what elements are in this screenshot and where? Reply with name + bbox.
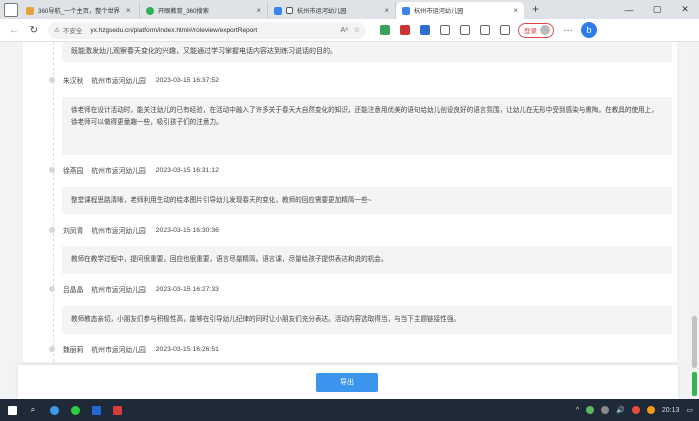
reviewer-school: 杭州市运河幼儿园 (91, 168, 146, 175)
app-icon[interactable] (108, 401, 126, 419)
comment-meta: 徐燕园 杭州市运河幼儿园 2023-03-15 16:31:12 (49, 163, 219, 177)
comment-box: 教师在教学过程中，提问很重要，回应也很重要，语言尽量精简。语言课，尽量给孩子提供… (62, 246, 672, 274)
close-icon[interactable]: × (126, 6, 131, 15)
collections-icon[interactable] (500, 25, 510, 35)
tray-icon[interactable] (631, 406, 640, 414)
timeline-line (53, 42, 54, 362)
tab-label: 360导航_一个主页，整个世界 (38, 8, 120, 15)
reviewer-name: 吕晶晶 (63, 287, 84, 294)
page-icon (402, 6, 410, 15)
tab-360-search[interactable]: 开眼教育_360搜索 × (140, 2, 268, 19)
timeline-dot (49, 77, 55, 83)
extension-icon[interactable] (440, 25, 450, 35)
comment-box: 教师教态亲切，小朋友们参与积极性高，能够在引导幼儿纪律的同时让小朋友们充分表达。… (62, 306, 672, 334)
favorite-add-icon[interactable]: ☆ (354, 26, 360, 34)
review-time: 2023-03-15 16:31:12 (155, 166, 219, 174)
extension-icon[interactable] (400, 25, 410, 35)
comment-box: 整堂课程思路清晰，老师利用生动的绘本图片引导幼儿发现春天的变化，教师的回应需要更… (62, 187, 672, 214)
close-window-icon[interactable]: ✕ (671, 4, 699, 15)
tab-kindergarten-active[interactable]: 杭州市运河幼儿园 × (396, 2, 524, 19)
minimize-icon[interactable]: — (615, 5, 643, 15)
report-card: 既能激发幼儿观察春天变化的兴趣，又能通过学习掌握电话内容达到练习说话的目的。 朱… (23, 42, 677, 362)
browser-toolbar: ← ↻ ⚠ 不安全 yx.hzgsedu.cn/platform/index.h… (0, 19, 699, 42)
system-tray: ^ 🔊 20:13 ▭ (576, 406, 699, 414)
comment-meta: 刘凤青 杭州市运河幼儿园 2023-03-15 16:30:36 (49, 223, 219, 237)
review-time: 2023-03-15 16:26:51 (155, 345, 219, 353)
tab-label: 开眼教育_360搜索 (158, 8, 209, 15)
side-widget[interactable] (692, 372, 697, 396)
reviewer-school: 杭州市运河幼儿园 (91, 347, 146, 354)
avatar (540, 25, 550, 35)
favorites-icon[interactable] (480, 25, 490, 35)
chevron-up-icon[interactable]: ^ (576, 407, 579, 414)
clock[interactable]: 20:13 (662, 407, 680, 414)
wechat-icon[interactable] (66, 401, 84, 419)
read-aloud-icon[interactable]: Aᵃ (340, 27, 347, 34)
maximize-icon[interactable]: ▢ (643, 4, 671, 15)
warning-icon: ⚠ (54, 27, 60, 34)
window-controls: — ▢ ✕ (615, 0, 699, 19)
reviewer-name: 魏丽莉 (63, 347, 84, 354)
review-time: 2023-03-15 16:27:33 (155, 285, 219, 293)
back-arrow-icon[interactable]: ← (4, 25, 24, 36)
antivirus-icon[interactable] (646, 406, 655, 414)
bing-icon[interactable]: b (581, 22, 597, 38)
reviewer-school: 杭州市运河幼儿园 (91, 78, 146, 85)
scrollbar-thumb[interactable] (692, 316, 697, 368)
tray-icon[interactable] (586, 406, 595, 414)
reviewer-name: 刘凤青 (63, 228, 84, 235)
tab-kindergarten-1[interactable]: 杭州市运河幼儿园 × (268, 2, 396, 19)
page-content: 既能激发幼儿观察春天变化的兴趣，又能通过学习掌握电话内容达到练习说话的目的。 朱… (0, 42, 699, 399)
globe-icon (26, 6, 34, 15)
reviewer-school: 杭州市运河幼儿园 (91, 287, 146, 294)
refresh-icon[interactable]: ↻ (24, 25, 44, 36)
tab-label: 杭州市运河幼儿园 (297, 8, 347, 15)
close-icon[interactable]: × (256, 6, 261, 15)
search-icon[interactable]: ⌕ (24, 401, 42, 419)
volume-icon[interactable]: 🔊 (616, 406, 625, 414)
timeline-dot (49, 227, 55, 233)
close-icon[interactable]: × (384, 6, 389, 15)
review-time: 2023-03-15 16:37:52 (155, 76, 219, 84)
login-label: 登录 (524, 28, 537, 35)
extension-icon[interactable] (420, 25, 430, 35)
speaker-icon[interactable] (286, 7, 293, 14)
notification-icon[interactable]: ▭ (686, 406, 693, 414)
browser-tab-strip: 360导航_一个主页，整个世界 × 开眼教育_360搜索 × 杭州市运河幼儿园 … (0, 0, 699, 19)
review-time: 2023-03-15 16:30:36 (155, 226, 219, 234)
reviewer-school: 杭州市运河幼儿园 (91, 228, 146, 235)
address-bar[interactable]: ⚠ 不安全 yx.hzgsedu.cn/platform/index.html#… (48, 21, 366, 39)
window-menu-icon[interactable] (4, 3, 18, 17)
comment-box: 既能激发幼儿观察春天变化的兴趣，又能通过学习掌握电话内容达到练习说话的目的。 (62, 42, 672, 62)
search-icon (146, 6, 154, 15)
tray-icon[interactable] (601, 406, 610, 414)
comment-meta: 吕晶晶 杭州市运河幼儿园 2023-03-15 16:27:33 (49, 282, 219, 296)
tab-360-nav[interactable]: 360导航_一个主页，整个世界 × (20, 2, 140, 19)
edge-icon[interactable] (45, 401, 63, 419)
windows-taskbar: ⌕ ^ 🔊 20:13 ▭ (0, 399, 699, 421)
close-icon[interactable]: × (513, 6, 518, 15)
comment-meta: 魏丽莉 杭州市运河幼儿园 2023-03-15 16:26:51 (49, 342, 219, 356)
reviewer-name: 徐燕园 (63, 168, 84, 175)
login-button[interactable]: 登录 (518, 22, 554, 38)
security-label: 不安全 (62, 28, 83, 35)
new-tab-button[interactable]: + (524, 2, 549, 19)
export-button[interactable]: 导出 (316, 372, 378, 392)
reviewer-name: 朱汉秋 (63, 78, 84, 85)
timeline-dot (49, 346, 55, 352)
page-icon (274, 6, 282, 15)
comment-box: 徐老师在设计活动时，能关注幼儿的已有经验，在活动中融入了许多关于春天大自然变化的… (62, 97, 672, 155)
extension-icons (380, 25, 510, 35)
timeline-dot (49, 286, 55, 292)
tab-label: 杭州市运河幼儿园 (414, 8, 464, 15)
url-text: yx.hzgsedu.cn/platform/index.html#/rolev… (90, 26, 258, 34)
extension-icon[interactable] (380, 25, 390, 35)
timeline-dot (49, 167, 55, 173)
comment-meta: 朱汉秋 杭州市运河幼儿园 2023-03-15 16:37:52 (49, 73, 219, 87)
app-icon[interactable] (87, 401, 105, 419)
start-icon[interactable] (3, 401, 21, 419)
footer-bar: 导出 (18, 365, 678, 399)
more-menu-icon[interactable]: ··· (563, 25, 573, 36)
split-screen-icon[interactable] (460, 25, 470, 35)
